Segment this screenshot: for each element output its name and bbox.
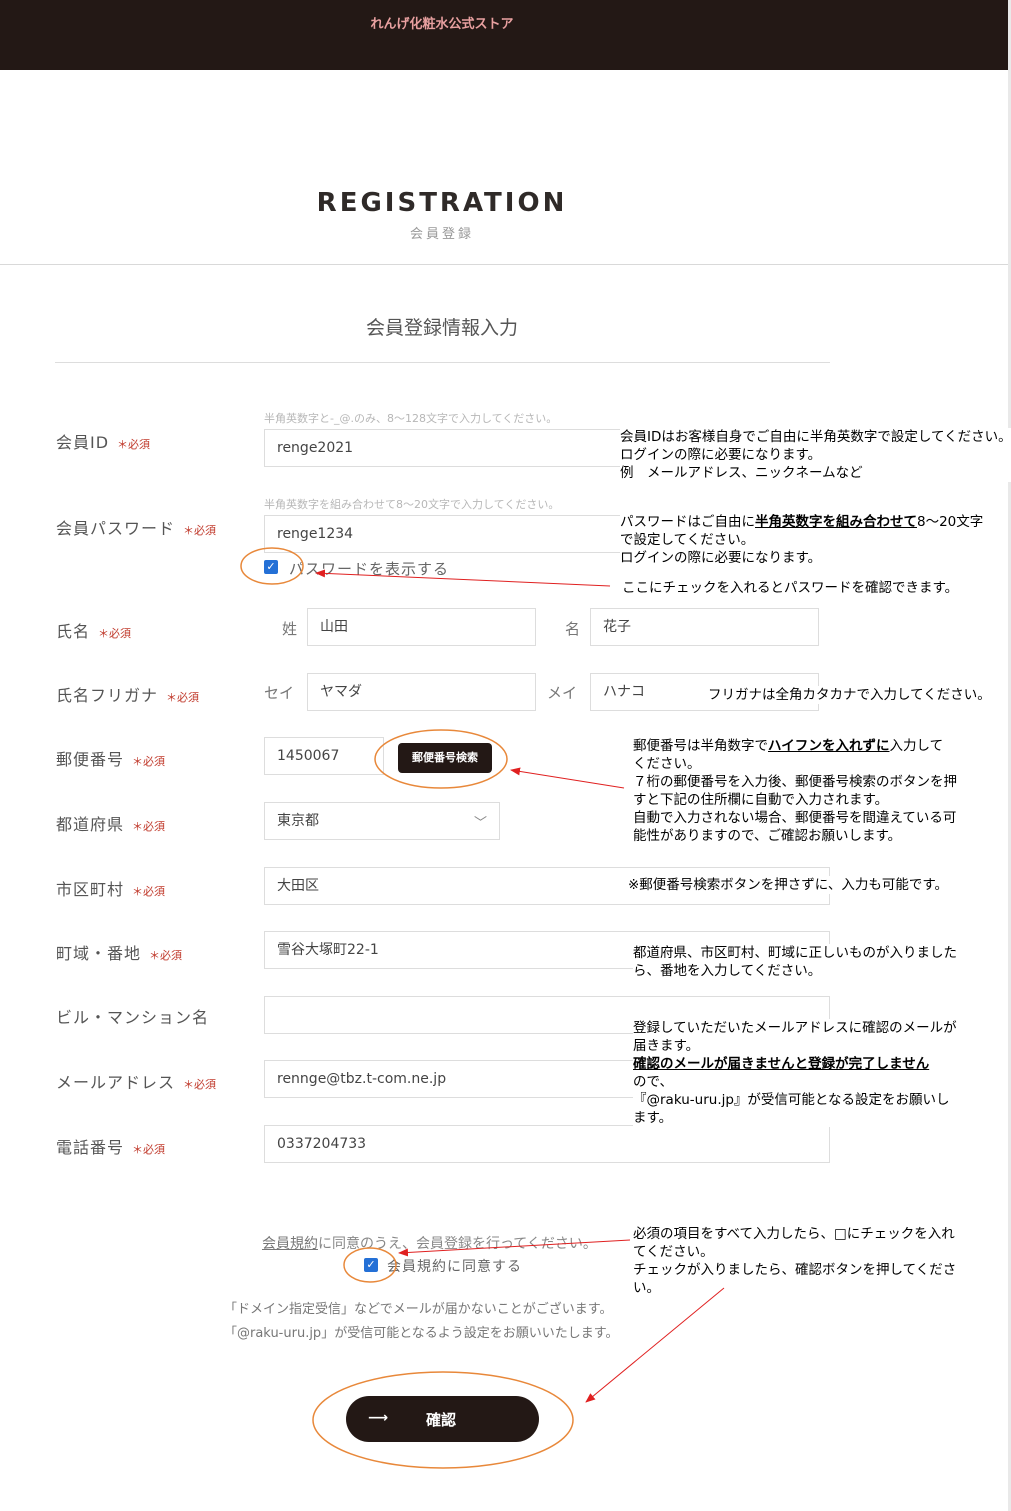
password-label: 会員パスワード ＊必須 (56, 519, 217, 538)
postal-label: 郵便番号 ＊必須 (56, 750, 166, 769)
member-id-hint: 半角英数字と-_@.のみ、8〜128文字で入力してください。 (264, 412, 558, 425)
annotation-town: 都道府県、市区町村、町域に正しいものが入りました ら、番地を入力してください。 (633, 944, 957, 980)
last-name-kana-label: セイ (264, 684, 295, 702)
divider (0, 264, 1008, 265)
building-label: ビル・マンション名 (56, 1008, 210, 1027)
name-label: 氏名 ＊必須 (56, 622, 132, 641)
arrow-right-icon: ⟶ (368, 1410, 389, 1426)
annotation-email: 登録していただいたメールアドレスに確認のメールが 届きます。 確認のメールが届きま… (633, 1019, 957, 1127)
page-title: REGISTRATION (316, 188, 568, 218)
annotation-city: ※郵便番号検索ボタンを押さずに、入力も可能です。 (628, 876, 949, 894)
annotation-password: パスワードはご自由に半角英数字を組み合わせて8〜20文字 で設定してください。ロ… (620, 513, 984, 567)
required-mark: ＊必須 (183, 1078, 217, 1091)
password-hint: 半角英数字を組み合わせて8〜20文字で入力してください。 (264, 498, 560, 511)
chevron-down-icon[interactable]: ﹀ (474, 812, 487, 831)
annotation-postal: 郵便番号は半角数字でハイフンを入れずに入力して ください。 ７桁の郵便番号を入力後… (633, 738, 957, 844)
annotation-terms: 必須の項目をすべて入力したら、□にチェックを入れ てください。 チェックが入りました… (633, 1225, 957, 1297)
required-mark: ＊必須 (183, 524, 217, 537)
domain-notice: 「ドメイン指定受信」などでメールが届かないことがございます。 (224, 1302, 613, 1317)
site-header: れんげ化粧水公式ストア (0, 0, 1008, 70)
furigana-label: 氏名フリガナ ＊必須 (56, 686, 200, 705)
annotation-furigana: フリガナは全角カタカナで入力してください。 (708, 686, 995, 704)
arrow-line (510, 767, 625, 789)
required-mark: ＊必須 (132, 885, 166, 898)
agree-label[interactable]: 会員規約に同意する (387, 1256, 522, 1276)
member-id-label: 会員ID ＊必須 (56, 433, 151, 452)
last-name-label: 姓 (282, 620, 298, 638)
required-mark: ＊必須 (149, 949, 183, 962)
agree-checkbox[interactable]: ✓ (364, 1258, 378, 1272)
city-label: 市区町村 ＊必須 (56, 880, 166, 899)
show-password-label[interactable]: パスワードを表示する (289, 558, 449, 579)
prefecture-select[interactable]: 東京都 (264, 802, 500, 840)
required-mark: ＊必須 (132, 820, 166, 833)
store-name[interactable]: れんげ化粧水公式ストア (362, 16, 522, 34)
first-name-input[interactable]: 花子 (590, 608, 819, 646)
required-mark: ＊必須 (132, 755, 166, 768)
confirm-button[interactable]: ⟶ 確認 (346, 1396, 539, 1442)
phone-input[interactable]: 0337204733 (264, 1125, 830, 1163)
phone-label: 電話番号 ＊必須 (56, 1138, 166, 1157)
section-title: 会員登録情報入力 (365, 317, 518, 339)
postal-search-button[interactable]: 郵便番号検索 (398, 743, 492, 773)
domain-notice: 「@raku-uru.jp」が受信可能となるよう設定をお願いいたします。 (224, 1326, 619, 1341)
town-label: 町域・番地 ＊必須 (56, 944, 183, 963)
first-name-kana-label: メイ (547, 684, 578, 702)
show-password-checkbox[interactable]: ✓ (264, 560, 278, 574)
first-name-label: 名 (565, 620, 581, 638)
prefecture-label: 都道府県 ＊必須 (56, 815, 166, 834)
page-subtitle: 会員登録 (409, 227, 474, 242)
last-name-input[interactable]: 山田 (307, 608, 536, 646)
required-mark: ＊必須 (98, 627, 132, 640)
last-name-kana-input[interactable]: ヤマダ (307, 673, 536, 711)
terms-text: 会員規約に同意のうえ、会員登録を行ってください。 (262, 1236, 597, 1252)
annotation-password-check: ここにチェックを入れるとパスワードを確認できます。 (622, 580, 959, 596)
email-label: メールアドレス ＊必須 (56, 1073, 217, 1092)
required-mark: ＊必須 (166, 691, 200, 704)
terms-link[interactable]: 会員規約 (262, 1236, 318, 1252)
required-mark: ＊必須 (132, 1143, 166, 1156)
divider (55, 362, 830, 363)
postal-input[interactable]: 1450067 (264, 737, 384, 775)
confirm-label: 確認 (426, 1411, 457, 1429)
annotation-member-id: 会員IDはお客様自身でご自由に半角英数字で設定してください。 ログインの際に必要に… (620, 428, 1011, 482)
required-mark: ＊必須 (117, 438, 151, 451)
